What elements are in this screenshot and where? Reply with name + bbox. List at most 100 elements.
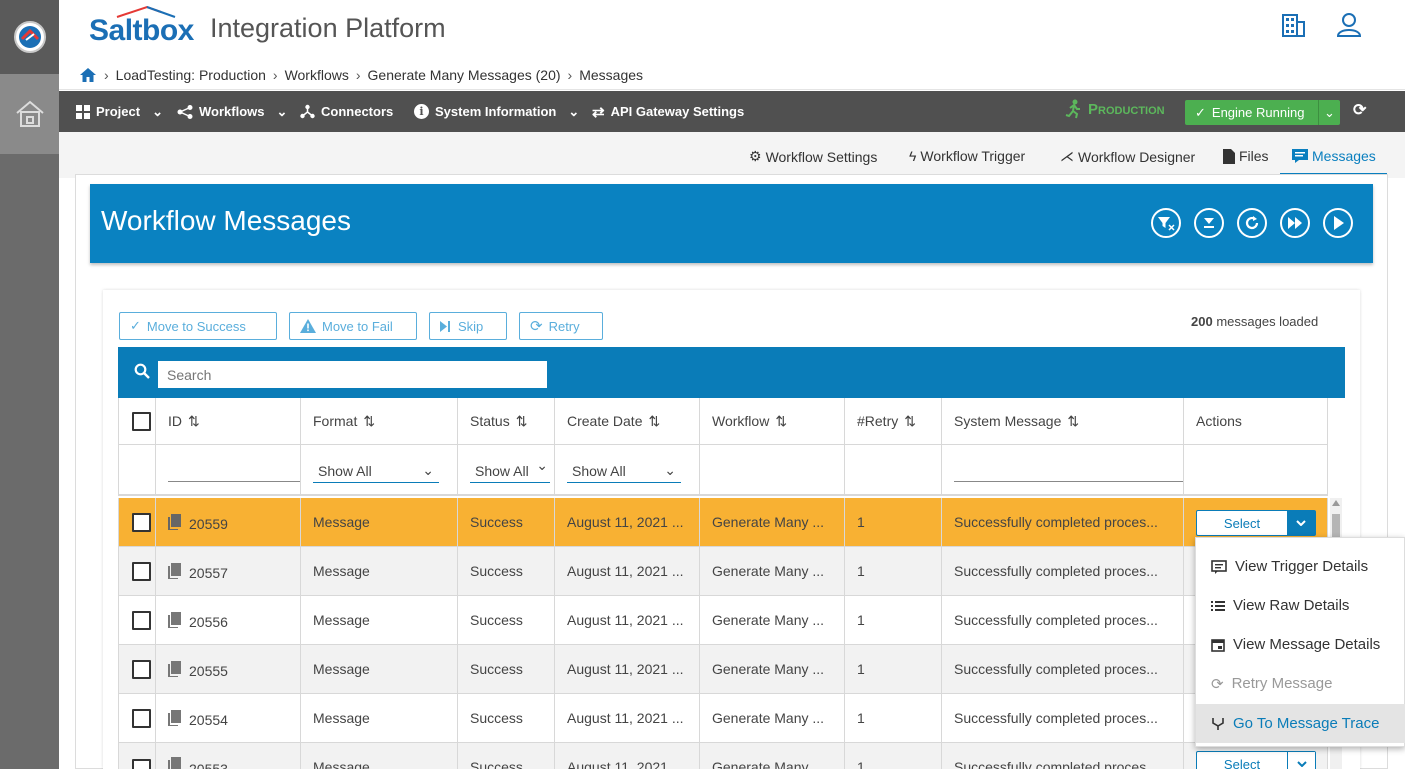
search-bar	[118, 347, 1345, 398]
row-checkbox[interactable]	[132, 708, 151, 728]
refresh-icon[interactable]: ⟳	[1353, 100, 1366, 120]
format-cell: Message	[300, 743, 457, 769]
retry-cell: 1	[844, 645, 941, 693]
chevron-down-icon[interactable]	[1287, 752, 1315, 769]
search-input[interactable]	[158, 361, 547, 388]
sort-icon: ⇅	[775, 412, 788, 429]
tab-messages[interactable]: Messages	[1292, 148, 1376, 164]
retry-button[interactable]: ⟳ Retry	[519, 312, 603, 340]
row-checkbox[interactable]	[132, 512, 151, 532]
home-rail-button[interactable]	[0, 74, 59, 154]
nav-project[interactable]: Project ⌄	[76, 91, 163, 132]
app-title: Integration Platform	[210, 13, 446, 43]
column-header-id[interactable]: ID ⇅	[155, 398, 300, 444]
nav-workflows[interactable]: Workflows ⌄	[177, 91, 287, 132]
organization-building-icon[interactable]	[1280, 12, 1306, 38]
breadcrumb-workflows[interactable]: Workflows	[285, 67, 349, 83]
menu-go-to-message-trace[interactable]: Go To Message Trace	[1196, 704, 1405, 743]
house-icon	[15, 100, 44, 127]
tab-workflow-settings[interactable]: ⚙ Workflow Settings	[749, 148, 877, 165]
scroll-up-arrow-icon[interactable]	[1332, 500, 1340, 506]
home-icon[interactable]	[79, 67, 97, 83]
tab-files[interactable]: Files	[1223, 148, 1269, 164]
clear-filter-icon[interactable]	[1151, 208, 1181, 238]
row-checkbox[interactable]	[132, 759, 151, 769]
table-row[interactable]: 20554 Message Success August 11, 2021 ..…	[118, 694, 1328, 743]
create-date-filter-select[interactable]: Show All ⌄	[567, 459, 681, 483]
move-to-success-label: Move to Success	[146, 318, 246, 334]
table-row[interactable]: 20553 Message Success August 11, 2021 Ge…	[118, 743, 1328, 769]
swap-arrows-icon: ⇄	[592, 103, 605, 121]
retry-icon: ⟳	[530, 318, 543, 335]
move-to-fail-button[interactable]: Move to Fail	[289, 312, 417, 340]
retry-cell: 1	[844, 694, 941, 742]
table-row[interactable]: 20555 Message Success August 11, 2021 ..…	[118, 645, 1328, 694]
system-message-filter-input[interactable]	[954, 481, 1183, 482]
loaded-count-value: 200	[1191, 314, 1213, 329]
environment-label: Production	[1088, 100, 1165, 118]
app-switcher-logo-icon[interactable]	[0, 0, 59, 74]
table-row[interactable]: 20559 Message Success August 11, 2021 ..…	[118, 498, 1328, 547]
column-header-status[interactable]: Status ⇅	[457, 398, 554, 444]
column-header-format[interactable]: Format ⇅	[300, 398, 457, 444]
nav-api-gateway[interactable]: ⇄ API Gateway Settings	[592, 91, 744, 132]
id-value: 20557	[189, 565, 228, 581]
table-row[interactable]: 20557 Message Success August 11, 2021 ..…	[118, 547, 1328, 596]
id-cell: 20554	[155, 694, 300, 742]
running-person-icon	[1065, 99, 1080, 119]
format-cell: Message	[300, 547, 457, 595]
tab-workflow-trigger[interactable]: ϟ Workflow Trigger	[909, 148, 1025, 164]
tab-workflow-designer[interactable]: ⋌ Workflow Designer	[1060, 148, 1195, 165]
row-checkbox[interactable]	[132, 561, 151, 581]
select-all-checkbox[interactable]	[132, 411, 151, 431]
column-header-retry[interactable]: #Retry ⇅	[844, 398, 941, 444]
status-filter-select[interactable]: Show All ⌄	[470, 457, 550, 483]
engine-status-button[interactable]: ✓ Engine Running ⌄	[1185, 100, 1340, 125]
nav-system-information[interactable]: i System Information ⌄	[414, 91, 579, 132]
id-value: 20556	[189, 614, 228, 630]
create-date-filter-value: Show All	[572, 462, 626, 479]
menu-retry-message: ⟳ Retry Message	[1196, 664, 1405, 703]
menu-view-trigger-details[interactable]: View Trigger Details	[1196, 547, 1405, 586]
nav-connectors-label: Connectors	[321, 104, 394, 119]
column-header-create-date[interactable]: Create Date ⇅	[554, 398, 699, 444]
skip-button[interactable]: Skip	[429, 312, 507, 340]
row-checkbox[interactable]	[132, 659, 151, 679]
play-icon[interactable]	[1323, 208, 1353, 238]
column-header-system-message[interactable]: System Message ⇅	[941, 398, 1183, 444]
table-row[interactable]: 20556 Message Success August 11, 2021 ..…	[118, 596, 1328, 645]
retry-cell: 1	[844, 547, 941, 595]
menu-view-message-details[interactable]: View Message Details	[1196, 625, 1405, 664]
row-action-select[interactable]: Select	[1196, 510, 1316, 536]
download-icon[interactable]	[1194, 208, 1224, 238]
app-header: Saltbox Integration Platform	[59, 0, 1405, 60]
menu-view-message-details-label: View Message Details	[1233, 636, 1381, 653]
status-cell: Success	[457, 596, 554, 644]
filter-cell-actions	[1183, 445, 1328, 494]
column-header-workflow[interactable]: Workflow ⇅	[699, 398, 844, 444]
user-profile-icon[interactable]	[1336, 12, 1362, 38]
chevron-down-icon[interactable]	[1287, 511, 1315, 535]
file-icon	[1223, 148, 1235, 164]
row-checkbox[interactable]	[132, 610, 151, 630]
column-header-retry-label: #Retry	[857, 413, 899, 429]
breadcrumb-project[interactable]: LoadTesting: Production	[116, 67, 266, 83]
create-date-cell: August 11, 2021	[554, 743, 699, 769]
id-filter-input[interactable]	[168, 481, 300, 482]
column-header-workflow-label: Workflow	[712, 413, 770, 429]
format-filter-select[interactable]: Show All ⌄	[313, 459, 439, 483]
chevron-down-icon[interactable]: ⌄	[1318, 100, 1340, 125]
workflow-cell: Generate Many ...	[699, 694, 844, 742]
nav-connectors[interactable]: Connectors	[300, 91, 393, 132]
menu-view-raw-details[interactable]: View Raw Details	[1196, 586, 1405, 625]
breadcrumb-workflow[interactable]: Generate Many Messages (20)	[368, 67, 561, 83]
brand-logo[interactable]: Saltbox	[89, 4, 199, 52]
row-action-select[interactable]: Select	[1196, 751, 1316, 769]
column-header-id-label: ID	[168, 413, 182, 429]
fast-forward-icon[interactable]	[1280, 208, 1310, 238]
refresh-icon[interactable]	[1237, 208, 1267, 238]
move-to-success-button[interactable]: ✓ Move to Success	[119, 312, 277, 340]
document-icon	[168, 612, 181, 628]
document-icon	[168, 563, 181, 579]
page-title: Workflow Messages	[101, 205, 352, 236]
